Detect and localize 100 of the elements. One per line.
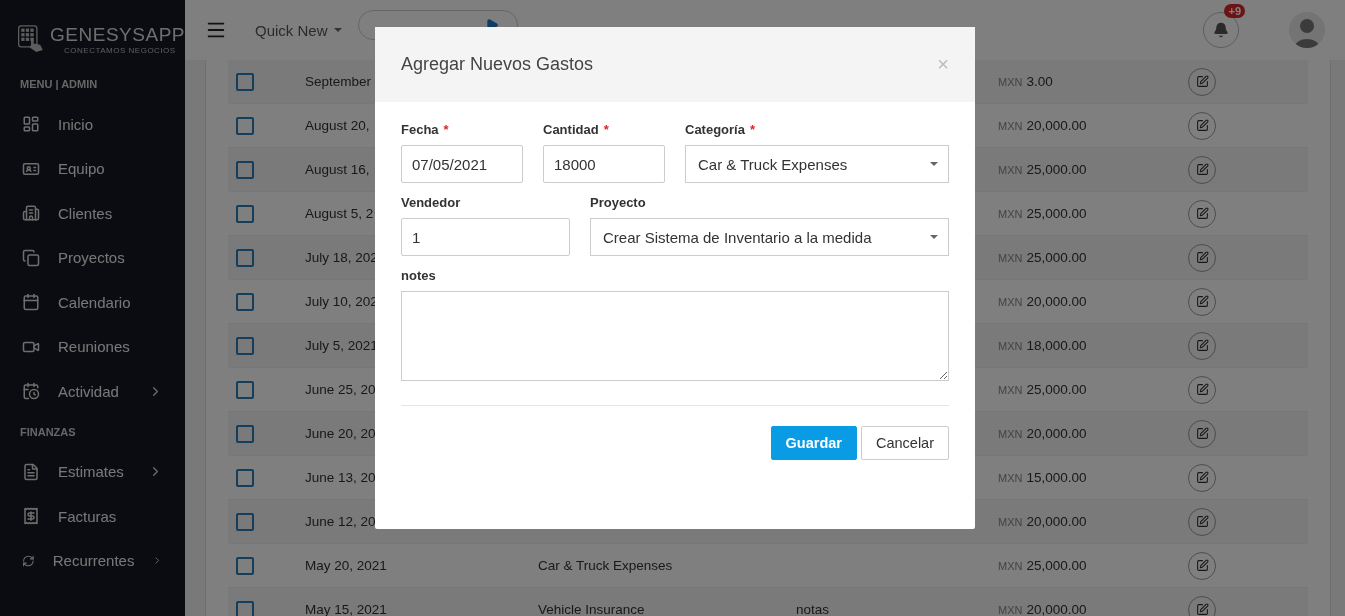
- sidebar-item-label: Inicio: [58, 115, 95, 133]
- sidebar-item-label: Recurrentes: [52, 552, 135, 570]
- date-cell: August 5, 2: [305, 206, 374, 221]
- amount-cell: 20,000.00: [1026, 118, 1087, 133]
- amount-cell: 20,000.00: [1026, 426, 1087, 441]
- currency-label: MXN: [998, 472, 1023, 484]
- category-cell: Car & Truck Expenses: [538, 558, 673, 573]
- row-checkbox[interactable]: [236, 72, 254, 91]
- edit-icon: [1195, 559, 1209, 572]
- sidebar-item-label: Calendario: [58, 293, 132, 311]
- avatar[interactable]: [1289, 12, 1325, 48]
- notes-field[interactable]: [401, 291, 949, 381]
- row-checkbox[interactable]: [236, 116, 254, 135]
- row-checkbox[interactable]: [236, 556, 254, 575]
- field-label: Cantidad *: [543, 122, 610, 137]
- field-label: Proyecto: [590, 195, 647, 210]
- row-checkbox[interactable]: [236, 336, 254, 355]
- date-cell: June 13, 20: [305, 470, 376, 485]
- currency-label: MXN: [998, 560, 1023, 572]
- save-button[interactable]: Guardar: [770, 426, 857, 460]
- sidebar-item-label: Actividad: [58, 382, 120, 400]
- row-checkbox[interactable]: [236, 380, 254, 399]
- sidebar-item[interactable]: Calendario: [0, 280, 185, 325]
- sidebar-item[interactable]: Facturas: [0, 494, 185, 539]
- notification-badge: +9: [1224, 4, 1245, 18]
- notes-cell: notas: [796, 602, 830, 616]
- row-checkbox[interactable]: [236, 292, 254, 311]
- amount-cell: 15,000.00: [1026, 470, 1087, 485]
- section-title: FINANZAS: [19, 424, 77, 440]
- sidebar-item[interactable]: Actividad: [0, 369, 185, 414]
- edit-icon: [1195, 603, 1209, 616]
- edit-icon: [1195, 383, 1209, 396]
- amount-cell: 25,000.00: [1026, 250, 1087, 265]
- cancel-button[interactable]: Cancelar: [860, 426, 949, 460]
- select-field[interactable]: Crear Sistema de Inventario a la medida: [590, 218, 949, 256]
- amount-cell: 20,000.00: [1026, 602, 1087, 616]
- row-checkbox[interactable]: [236, 160, 254, 179]
- category-cell: Vehicle Insurance: [538, 602, 645, 616]
- sidebar-item[interactable]: Proyectos: [0, 235, 185, 280]
- row-checkbox[interactable]: [236, 248, 254, 267]
- edit-icon: [1195, 471, 1209, 484]
- input-field[interactable]: 07/05/2021: [401, 145, 523, 183]
- sidebar-item[interactable]: Recurrentes: [0, 538, 185, 583]
- edit-icon: [1195, 427, 1209, 440]
- sidebar-item[interactable]: Equipo: [0, 146, 185, 191]
- bell-icon: [1213, 22, 1229, 38]
- edit-icon: [1195, 515, 1209, 528]
- calendar-icon: [22, 293, 40, 312]
- quick-new-button[interactable]: Quick New: [255, 21, 342, 39]
- sidebar-item-label: Equipo: [58, 160, 106, 178]
- currency-label: MXN: [998, 384, 1023, 396]
- amount-cell: 25,000.00: [1026, 162, 1087, 177]
- date-cell: July 5, 2021: [305, 338, 378, 353]
- date-cell: May 20, 2021: [305, 558, 387, 573]
- sidebar-item-label: Clientes: [58, 204, 114, 222]
- row-checkbox[interactable]: [236, 468, 254, 487]
- select-field[interactable]: Car & Truck Expenses: [685, 145, 949, 183]
- sidebar-item-label: Estimates: [58, 463, 125, 481]
- document-icon: [22, 462, 40, 481]
- sidebar-item[interactable]: Estimates: [0, 449, 185, 494]
- row-checkbox[interactable]: [236, 600, 254, 616]
- date-cell: August 20,: [305, 118, 370, 133]
- date-cell: September: [305, 74, 372, 89]
- modal-title: Agregar Nuevos Gastos: [401, 54, 594, 75]
- field-label: notes: [401, 268, 437, 283]
- field-label: Vendedor: [401, 195, 462, 210]
- amount-cell: 18,000.00: [1026, 338, 1087, 353]
- row-checkbox[interactable]: [236, 204, 254, 223]
- date-cell: June 12, 20: [305, 514, 376, 529]
- amount-cell: 25,000.00: [1026, 206, 1087, 221]
- currency-label: MXN: [998, 208, 1023, 220]
- date-cell: August 16,: [305, 162, 370, 177]
- building-icon: [22, 204, 40, 223]
- section-title: MENU | ADMIN: [19, 77, 99, 92]
- folders-icon: [22, 248, 40, 267]
- amount-cell: 20,000.00: [1026, 514, 1087, 529]
- calendar-clock-icon: [22, 382, 40, 401]
- row-checkbox[interactable]: [236, 512, 254, 531]
- row-checkbox[interactable]: [236, 424, 254, 443]
- sidebar-item-label: Proyectos: [58, 249, 126, 267]
- edit-icon: [1195, 119, 1209, 132]
- sidebar-item[interactable]: Inicio: [0, 102, 185, 147]
- input-field[interactable]: 1: [401, 218, 570, 256]
- sidebar-item[interactable]: Reuniones: [0, 324, 185, 369]
- brand-name: GENESYSAPP: [50, 23, 185, 46]
- sidebar-item-label: Reuniones: [58, 338, 131, 356]
- amount-cell: 25,000.00: [1026, 558, 1087, 573]
- sidebar-item[interactable]: Clientes: [0, 191, 185, 236]
- brand-tagline: CONECTAMOS NEGOCIOS: [64, 45, 177, 55]
- date-cell: June 25, 20: [305, 382, 376, 397]
- edit-icon: [1195, 339, 1209, 352]
- amount-cell: 3.00: [1026, 74, 1053, 89]
- currency-label: MXN: [998, 296, 1023, 308]
- edit-icon: [1195, 207, 1209, 220]
- currency-label: MXN: [998, 120, 1023, 132]
- input-field[interactable]: 18000: [543, 145, 665, 183]
- edit-icon: [1195, 163, 1209, 176]
- field-label: Fecha *: [401, 122, 450, 137]
- date-cell: June 20, 20: [305, 426, 376, 441]
- edit-icon: [1195, 251, 1209, 264]
